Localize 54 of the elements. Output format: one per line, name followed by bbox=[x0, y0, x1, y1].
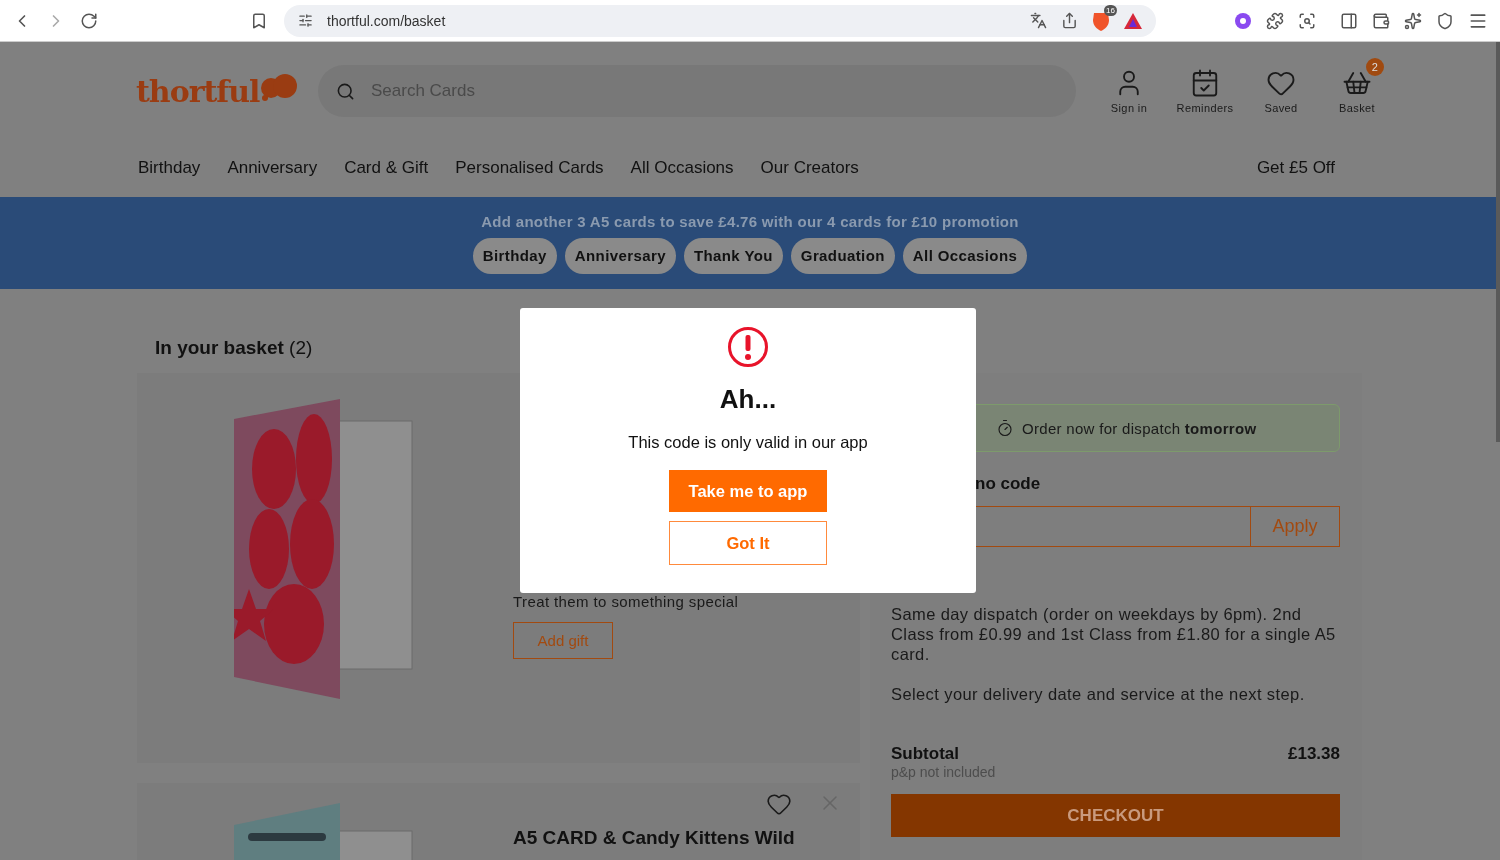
basket-title: In your basket (2) bbox=[154, 337, 313, 359]
count-badge: 2 bbox=[1366, 58, 1384, 76]
promo-label: no code bbox=[975, 474, 1042, 494]
take-me-to-app-button[interactable]: Take me to app bbox=[669, 470, 827, 512]
delivery-text: Select your delivery date and service at the next step. bbox=[891, 684, 1306, 704]
screenshot-icon[interactable] bbox=[1298, 11, 1316, 30]
item-title: A5 CARD & Candy Kittens Wild bbox=[513, 827, 795, 849]
category-chip[interactable]: Anniversary bbox=[564, 237, 676, 274]
extension-icon[interactable] bbox=[1234, 11, 1252, 30]
subtotal-value: £13.38 bbox=[1288, 744, 1340, 764]
calendar-icon bbox=[1190, 68, 1220, 98]
address-bar[interactable]: thortful.com/basket 16 bbox=[284, 4, 1156, 37]
checkout-button[interactable]: CHECKOUT bbox=[891, 794, 1340, 837]
count-badge: 16 bbox=[1104, 4, 1117, 16]
bookmark-icon[interactable] bbox=[250, 11, 268, 30]
category-chip[interactable]: Graduation bbox=[790, 237, 895, 274]
nav-link[interactable]: Our Creators bbox=[760, 158, 859, 178]
category-chip[interactable]: Thank You bbox=[683, 237, 783, 274]
triangle-icon[interactable] bbox=[1124, 12, 1142, 29]
promo-text: Add another 3 A5 cards to save £4.76 with our 4 cards for £10 promotion bbox=[481, 212, 1019, 230]
header-action[interactable]: Sign in bbox=[1102, 58, 1156, 114]
heart-icon[interactable] bbox=[766, 791, 792, 817]
nav-link[interactable]: Birthday bbox=[138, 158, 201, 178]
gift-text: Treat them to something special bbox=[513, 593, 739, 610]
url-text: thortful.com/basket bbox=[327, 12, 447, 29]
got-it-button[interactable]: Got It bbox=[669, 521, 827, 565]
puzzle-icon[interactable] bbox=[1266, 11, 1284, 30]
sidebar-icon[interactable] bbox=[1340, 11, 1358, 30]
nav-link[interactable]: All Occasions bbox=[630, 158, 734, 178]
timer-icon bbox=[996, 419, 1014, 437]
share-icon[interactable] bbox=[1061, 12, 1078, 29]
alert-icon bbox=[727, 326, 769, 368]
category-chip[interactable]: All Occasions bbox=[902, 237, 1028, 274]
header-action[interactable]: Basket 2 bbox=[1330, 58, 1384, 114]
modal-title: Ah... bbox=[719, 384, 777, 415]
cloud-icon bbox=[259, 73, 300, 102]
nav-link[interactable]: Card & Gift bbox=[344, 158, 429, 178]
sparkle-icon[interactable] bbox=[1404, 11, 1422, 30]
nav-link[interactable]: Anniversary bbox=[227, 158, 318, 178]
header-action[interactable]: Reminders bbox=[1178, 58, 1232, 114]
header-action[interactable]: Saved bbox=[1254, 58, 1308, 114]
category-chip[interactable]: Birthday bbox=[472, 237, 557, 274]
reload-icon[interactable] bbox=[80, 11, 98, 30]
site-settings-icon[interactable] bbox=[298, 13, 313, 28]
search-icon bbox=[336, 81, 355, 101]
delivery-text: Same day dispatch (order on weekdays by 6pm). 2nd Class from £0.99 and 1st Class from £1.80 for a single A5 card. bbox=[891, 604, 1337, 664]
translate-icon[interactable] bbox=[1030, 12, 1047, 29]
modal-message: This code is only valid in our app bbox=[628, 433, 868, 452]
wallet-icon[interactable] bbox=[1372, 11, 1390, 30]
subtotal-label: Subtotal bbox=[891, 744, 959, 764]
offer-link[interactable]: Get £5 Off bbox=[1256, 158, 1335, 178]
shield-outline-icon[interactable] bbox=[1436, 11, 1454, 30]
nav-link[interactable]: Personalised Cards bbox=[455, 158, 604, 178]
dispatch-text: Order now for dispatch tomorrow bbox=[1022, 419, 1257, 437]
